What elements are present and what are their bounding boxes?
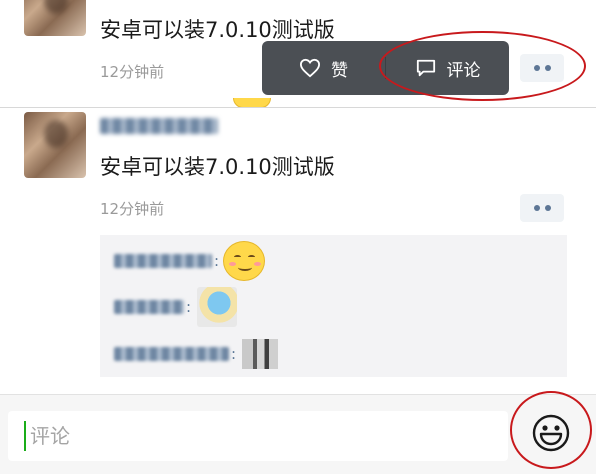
blush-emoji-sticker <box>223 241 266 281</box>
squirtle-sticker <box>197 287 238 327</box>
post-2-more-button[interactable] <box>520 194 564 222</box>
photo-sticker <box>242 339 279 369</box>
commenter-name-blurred[interactable] <box>114 347 229 361</box>
like-label: 赞 <box>331 60 348 81</box>
more-dots-icon <box>533 205 540 211</box>
text-caret <box>24 421 26 451</box>
post-2-text: 安卓可以装7.0.10测试版 <box>100 155 335 179</box>
post-2-avatar[interactable] <box>24 112 86 178</box>
like-button[interactable]: 赞 <box>262 41 385 95</box>
comment-row-3: : <box>114 339 279 369</box>
annotation-ellipse-comment <box>379 31 586 101</box>
heart-icon <box>299 58 321 78</box>
comments-box: : : : <box>100 235 567 377</box>
comment-input[interactable] <box>8 411 508 461</box>
annotation-ellipse-smiley <box>510 391 592 469</box>
comment-input-bar <box>0 394 596 474</box>
post-divider <box>0 107 596 108</box>
post-1-avatar[interactable] <box>24 0 86 36</box>
comment-row-2: : <box>114 287 238 327</box>
comment-row-1: : <box>114 241 266 281</box>
post-1-text: 安卓可以装7.0.10测试版 <box>100 18 335 42</box>
post-2-username-blurred[interactable] <box>100 118 218 134</box>
commenter-name-blurred[interactable] <box>114 254 212 268</box>
post-1-time: 12分钟前 <box>100 63 165 81</box>
post-2-time: 12分钟前 <box>100 200 165 218</box>
commenter-name-blurred[interactable] <box>114 300 184 314</box>
